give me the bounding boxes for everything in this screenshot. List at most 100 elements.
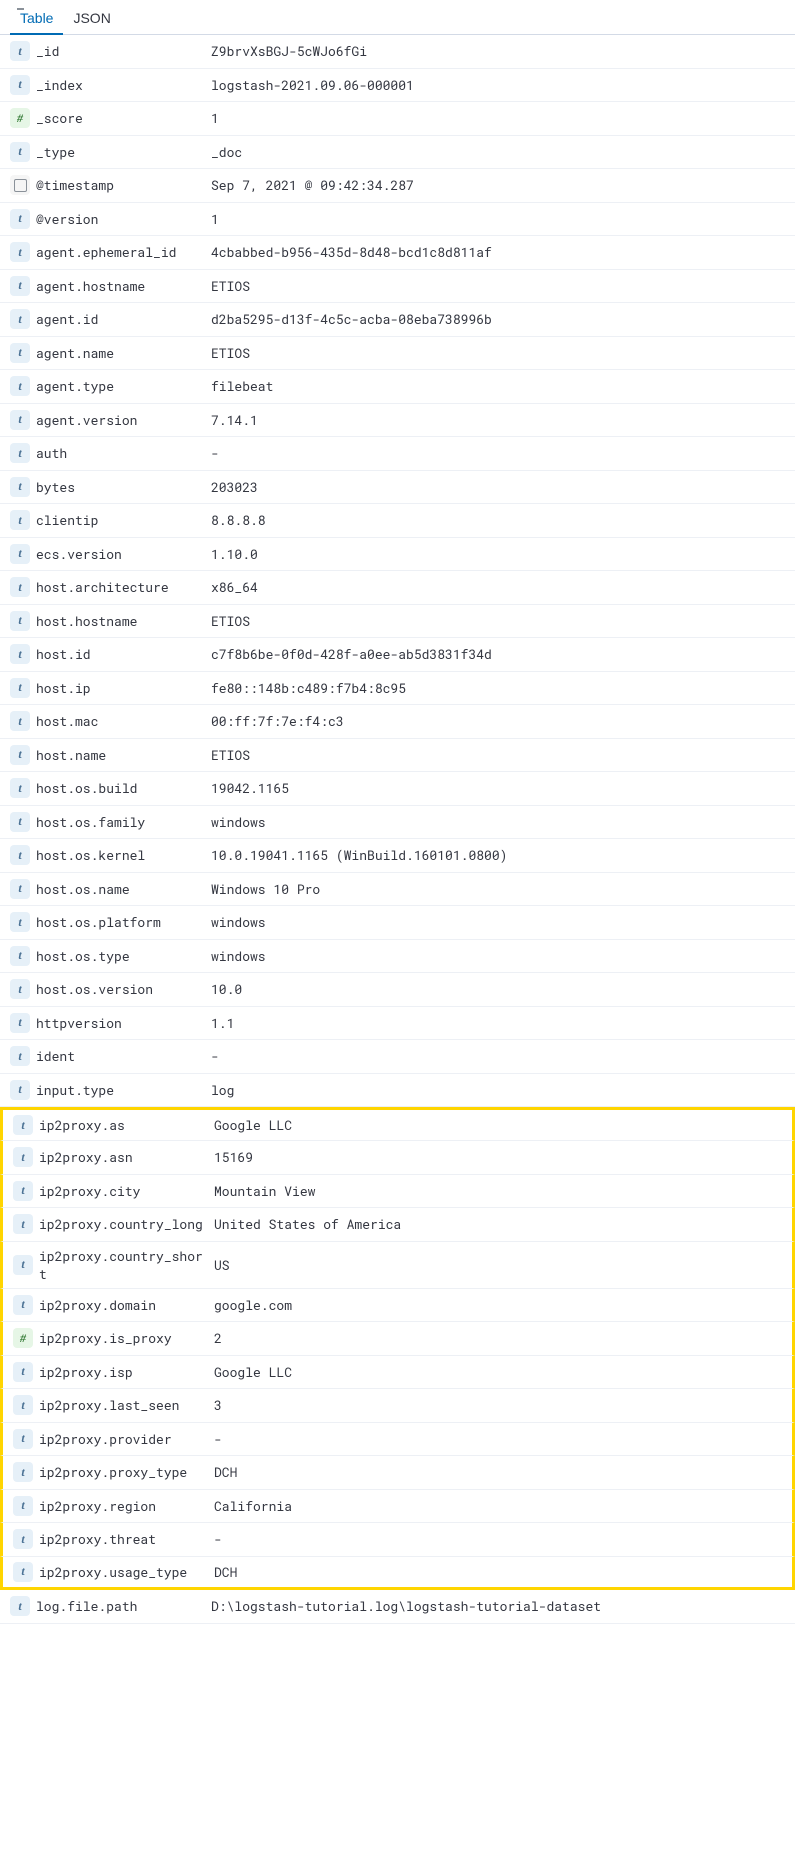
field-row[interactable]: tident- [0, 1040, 795, 1074]
field-row[interactable]: tip2proxy.threat- [0, 1523, 795, 1557]
field-row[interactable]: tagent.ephemeral_id4cbabbed-b956-435d-8d… [0, 236, 795, 270]
field-row[interactable]: thost.nameETIOS [0, 739, 795, 773]
field-row[interactable]: thost.os.typewindows [0, 940, 795, 974]
tab-table[interactable]: Table [10, 0, 63, 34]
field-name: agent.ephemeral_id [36, 243, 211, 261]
field-type-icon: t [13, 1395, 33, 1415]
field-row[interactable]: tagent.nameETIOS [0, 337, 795, 371]
field-value: fe80::148b:c489:f7b4:8c95 [211, 679, 795, 697]
field-row[interactable]: tip2proxy.cityMountain View [0, 1175, 795, 1209]
field-row[interactable]: tecs.version1.10.0 [0, 538, 795, 572]
field-name: log.file.path [36, 1597, 211, 1615]
field-name: host.os.version [36, 980, 211, 998]
field-row[interactable]: tip2proxy.last_seen3 [0, 1389, 795, 1423]
field-name: httpversion [36, 1014, 211, 1032]
field-type-icon: t [10, 142, 30, 162]
field-row[interactable]: @timestampSep 7, 2021 @ 09:42:34.287 [0, 169, 795, 203]
field-type-icon: t [10, 276, 30, 296]
field-row[interactable]: tbytes203023 [0, 471, 795, 505]
field-name: host.os.name [36, 880, 211, 898]
field-type-icon: t [10, 979, 30, 999]
field-value: DCH [214, 1463, 792, 1481]
field-value: google.com [214, 1296, 792, 1314]
field-name: _score [36, 109, 211, 127]
field-row[interactable]: tip2proxy.ispGoogle LLC [0, 1356, 795, 1390]
field-row[interactable]: tip2proxy.country_longUnited States of A… [0, 1208, 795, 1242]
field-type-icon [10, 175, 30, 195]
field-row[interactable]: tclientip8.8.8.8 [0, 504, 795, 538]
field-value: 19042.1165 [211, 779, 795, 797]
field-row[interactable]: thttpversion1.1 [0, 1007, 795, 1041]
field-row[interactable]: thost.hostnameETIOS [0, 605, 795, 639]
field-type-icon: t [10, 1080, 30, 1100]
field-type-icon: t [10, 410, 30, 430]
field-row[interactable]: thost.os.kernel10.0.19041.1165 (WinBuild… [0, 839, 795, 873]
field-row[interactable]: thost.architecturex86_64 [0, 571, 795, 605]
field-value: windows [211, 913, 795, 931]
field-row[interactable]: t_type_doc [0, 136, 795, 170]
field-row[interactable]: tip2proxy.domaingoogle.com [0, 1289, 795, 1323]
field-name: host.id [36, 645, 211, 663]
field-name: ip2proxy.is_proxy [39, 1329, 214, 1347]
field-row[interactable]: thost.ipfe80::148b:c489:f7b4:8c95 [0, 672, 795, 706]
field-row[interactable]: t@version1 [0, 203, 795, 237]
field-name: host.architecture [36, 578, 211, 596]
field-row[interactable]: # ip2proxy.is_proxy2 [0, 1322, 795, 1356]
field-row[interactable]: tauth- [0, 437, 795, 471]
field-row[interactable]: thost.os.nameWindows 10 Pro [0, 873, 795, 907]
field-value: 4cbabbed-b956-435d-8d48-bcd1c8d811af [211, 243, 795, 261]
field-value: 1 [211, 109, 795, 127]
field-row[interactable]: t_idZ9brvXsBGJ-5cWJo6fGi [0, 35, 795, 69]
field-type-icon: t [10, 879, 30, 899]
field-value: D:\logstash-tutorial.log\logstash-tutori… [211, 1597, 795, 1615]
field-row[interactable]: tip2proxy.proxy_typeDCH [0, 1456, 795, 1490]
field-row[interactable]: tip2proxy.usage_typeDCH [0, 1557, 795, 1591]
field-row[interactable]: tip2proxy.regionCalifornia [0, 1490, 795, 1524]
field-row[interactable]: thost.os.platformwindows [0, 906, 795, 940]
field-type-icon: t [13, 1255, 33, 1275]
field-row[interactable]: thost.os.version10.0 [0, 973, 795, 1007]
field-value: ETIOS [211, 277, 795, 295]
field-type-icon: t [10, 912, 30, 932]
field-row[interactable]: tagent.idd2ba5295-d13f-4c5c-acba-08eba73… [0, 303, 795, 337]
field-value: d2ba5295-d13f-4c5c-acba-08eba738996b [211, 310, 795, 328]
field-row[interactable]: t agent.version7.14.1 [0, 404, 795, 438]
field-row[interactable]: tip2proxy.asn15169 [0, 1141, 795, 1175]
field-name: host.os.build [36, 779, 211, 797]
field-type-icon: t [10, 778, 30, 798]
field-value: windows [211, 813, 795, 831]
field-row[interactable]: tip2proxy.country_shortUS [0, 1242, 795, 1289]
field-value: 00:ff:7f:7e:f4:c3 [211, 712, 795, 730]
field-row[interactable]: tagent.hostnameETIOS [0, 270, 795, 304]
field-value: Z9brvXsBGJ-5cWJo6fGi [211, 42, 795, 60]
field-value: ETIOS [211, 612, 795, 630]
field-type-icon: t [10, 309, 30, 329]
field-value: ETIOS [211, 746, 795, 764]
view-tabs: Table JSON [0, 0, 795, 35]
field-row[interactable]: #_score1 [0, 102, 795, 136]
field-row[interactable]: t host.os.build19042.1165 [0, 772, 795, 806]
field-value: 2 [214, 1329, 792, 1347]
field-row[interactable]: tinput.typelog [0, 1074, 795, 1108]
field-value: 8.8.8.8 [211, 511, 795, 529]
field-row[interactable]: tip2proxy.asGoogle LLC [0, 1107, 795, 1141]
field-name: ip2proxy.last_seen [39, 1396, 214, 1414]
field-name: agent.version [36, 411, 211, 429]
field-value: 7.14.1 [211, 411, 795, 429]
field-name: ip2proxy.city [39, 1182, 214, 1200]
field-value: - [214, 1430, 792, 1448]
field-name: _type [36, 143, 211, 161]
field-row[interactable]: tlog.file.pathD:\logstash-tutorial.log\l… [0, 1590, 795, 1624]
field-row[interactable]: tagent.typefilebeat [0, 370, 795, 404]
field-row[interactable]: tip2proxy.provider- [0, 1423, 795, 1457]
field-row[interactable]: t_indexlogstash-2021.09.06-000001 [0, 69, 795, 103]
tab-json[interactable]: JSON [63, 0, 120, 34]
field-row[interactable]: thost.idc7f8b6be-0f0d-428f-a0ee-ab5d3831… [0, 638, 795, 672]
field-name: ip2proxy.as [39, 1116, 214, 1134]
field-row[interactable]: thost.os.familywindows [0, 806, 795, 840]
field-name: ip2proxy.proxy_type [39, 1463, 214, 1481]
field-type-icon: # [13, 1328, 33, 1348]
field-row[interactable]: thost.mac00:ff:7f:7e:f4:c3 [0, 705, 795, 739]
field-value: 10.0.19041.1165 (WinBuild.160101.0800) [211, 846, 795, 864]
field-name: host.hostname [36, 612, 211, 630]
